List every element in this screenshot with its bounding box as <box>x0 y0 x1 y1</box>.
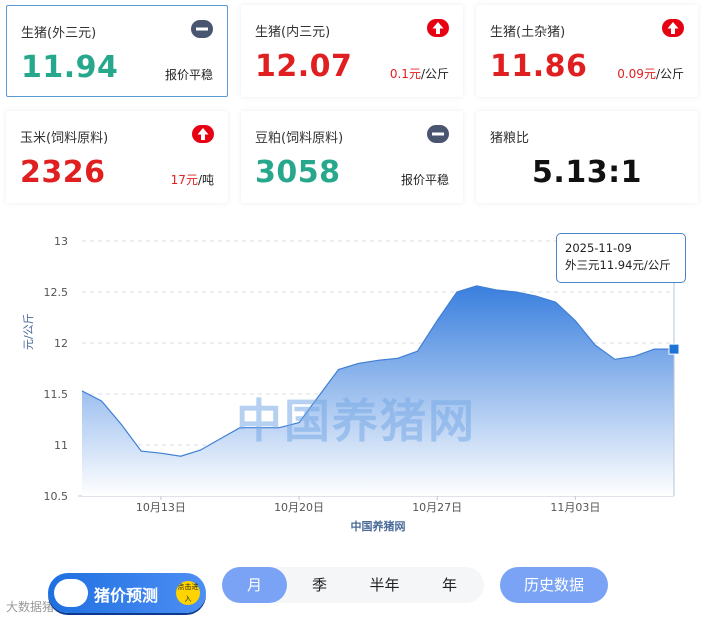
price-card-tu-za-zhu[interactable]: 生猪(土杂猪) 11.86 0.09元/公斤 <box>476 5 698 97</box>
flat-trend-icon <box>191 20 213 38</box>
card-price: 12.07 <box>255 49 353 84</box>
chart-tooltip: 2025-11-09 外三元11.94元/公斤 <box>556 233 686 283</box>
highlight-point[interactable] <box>668 343 680 355</box>
change-value: 0.09元 <box>617 67 656 81</box>
card-change: 0.1元/公斤 <box>390 65 449 82</box>
y-tick-label: 11 <box>54 439 68 452</box>
card-name: 猪粮比 <box>490 131 530 146</box>
card-name: 豆粕(饲料原料) <box>255 131 344 146</box>
card-name: 生猪(土杂猪) <box>490 25 566 40</box>
price-card-wai-san-yuan[interactable]: 生猪(外三元) 11.94 报价平稳 <box>6 5 228 97</box>
history-data-button[interactable]: 历史数据 <box>500 567 608 603</box>
period-tabs: 月 季 半年 年 <box>222 567 484 603</box>
corner-logo: 大数据猪 <box>6 600 55 614</box>
card-price: 5.13:1 <box>532 155 642 190</box>
watermark-text: 中国养猪网 <box>236 394 476 448</box>
up-arrow-icon <box>662 19 684 37</box>
pig-price-page: 生猪(外三元) 11.94 报价平稳 生猪(内三元) 12.07 0.1元/公斤… <box>0 0 706 621</box>
card-price: 11.86 <box>490 49 588 84</box>
price-card-nei-san-yuan[interactable]: 生猪(内三元) 12.07 0.1元/公斤 <box>241 5 463 97</box>
card-name: 生猪(内三元) <box>255 25 331 40</box>
card-price: 11.94 <box>21 50 119 85</box>
tab-half-year[interactable]: 半年 <box>352 567 417 603</box>
card-change: 17元/吨 <box>171 171 214 188</box>
promo-label: 猪价预测 <box>94 586 159 605</box>
card-price: 2326 <box>20 155 106 190</box>
y-tick-label: 11.5 <box>44 388 69 401</box>
price-card-soybean-meal[interactable]: 豆粕(饲料原料) 3058 报价平稳 <box>241 111 463 203</box>
card-price: 3058 <box>255 155 341 190</box>
y-tick-label: 12.5 <box>44 286 69 299</box>
tab-quarter[interactable]: 季 <box>287 567 352 603</box>
change-value: 17元 <box>170 173 198 187</box>
x-tick-label: 10月13日 <box>136 501 186 514</box>
change-unit: /吨 <box>197 173 214 187</box>
card-note: 报价平稳 <box>164 68 213 82</box>
x-axis-label: 中国养猪网 <box>351 519 406 533</box>
y-tick-label: 12 <box>54 337 68 350</box>
tab-year[interactable]: 年 <box>417 567 482 603</box>
x-tick-label: 10月27日 <box>412 501 462 514</box>
price-card-corn[interactable]: 玉米(饲料原料) 2326 17元/吨 <box>6 111 228 203</box>
x-tick-label: 10月20日 <box>274 501 324 514</box>
change-value: 0.1元 <box>389 67 421 81</box>
change-unit: /公斤 <box>420 67 449 81</box>
price-forecast-button[interactable]: 猪价预测 点击进入 <box>48 573 206 613</box>
up-arrow-icon <box>427 19 449 37</box>
cloud-icon <box>54 579 88 607</box>
tooltip-value: 外三元11.94元/公斤 <box>565 258 671 272</box>
card-change: 0.09元/公斤 <box>617 65 684 82</box>
y-axis-label: 元/公斤 <box>22 313 35 350</box>
flat-trend-icon <box>427 125 449 143</box>
promo-go-badge: 点击进入 <box>176 581 200 605</box>
change-unit: /公斤 <box>655 67 684 81</box>
price-card-pig-grain-ratio[interactable]: 猪粮比 5.13:1 <box>476 111 698 203</box>
x-tick-label: 11月03日 <box>550 501 600 514</box>
up-arrow-icon <box>192 125 214 143</box>
card-name: 生猪(外三元) <box>21 26 97 41</box>
y-tick-label: 10.5 <box>44 490 69 503</box>
card-name: 玉米(饲料原料) <box>20 131 109 146</box>
tab-month[interactable]: 月 <box>222 567 287 603</box>
tooltip-date: 2025-11-09 <box>565 241 632 255</box>
card-note: 报价平稳 <box>400 173 449 187</box>
y-tick-label: 13 <box>54 235 68 248</box>
